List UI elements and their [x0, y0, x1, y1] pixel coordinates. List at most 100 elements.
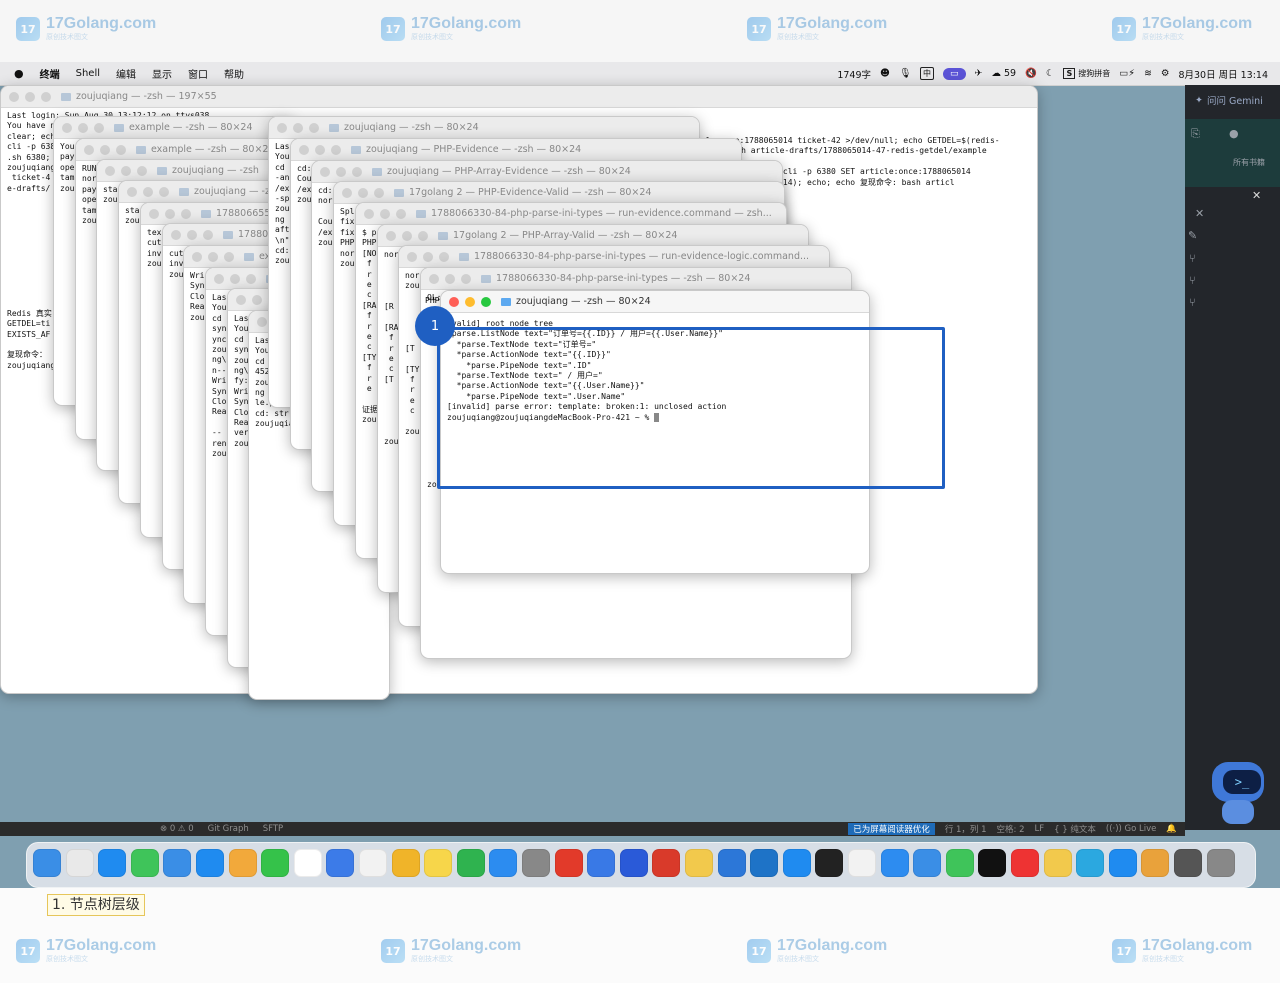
pilot-icon[interactable] — [913, 849, 942, 877]
menu-view[interactable]: 显示 — [152, 66, 172, 81]
branch-icon[interactable]: ⑂ — [1189, 252, 1196, 265]
edge-icon[interactable] — [750, 849, 779, 877]
indent-setting[interactable]: 空格: 2 — [997, 823, 1025, 835]
maps-icon[interactable] — [196, 849, 224, 877]
notification-icon[interactable]: 🔔 — [1166, 824, 1177, 834]
menu-window[interactable]: 窗口 — [188, 66, 208, 81]
numbers-icon[interactable] — [456, 849, 485, 877]
avatar[interactable]: ● — [1229, 127, 1239, 140]
language-mode[interactable]: { } 纯文本 — [1054, 823, 1096, 835]
notes-icon[interactable] — [424, 849, 453, 877]
wechat-icon[interactable] — [945, 849, 974, 877]
pages-icon[interactable] — [391, 849, 420, 877]
robot-mascot-icon[interactable]: >_ — [1208, 762, 1268, 828]
watermark-logo-icon: 17 — [381, 939, 405, 963]
menu-terminal[interactable]: 终端 — [40, 66, 60, 81]
messages-icon[interactable] — [130, 849, 159, 877]
battery-icon[interactable]: ▭⚡ — [1119, 68, 1135, 79]
watermark: 17 17Golang.com 原创技术图文 — [747, 938, 887, 964]
gemini-button[interactable]: ✦ 问问 Gemini — [1185, 89, 1280, 111]
wifi-icon[interactable]: ≋ — [1144, 68, 1152, 79]
mail-icon[interactable] — [163, 849, 192, 877]
files-icon[interactable] — [587, 849, 616, 877]
emoji-icon[interactable]: ☻ — [880, 68, 890, 79]
control-center-icon[interactable]: ⚙ — [1161, 68, 1170, 79]
window-title: zoujuqiang — -zsh — 80×24 — [344, 122, 479, 133]
php-side-label: PHP — [425, 296, 440, 305]
ultraedit-icon[interactable] — [717, 849, 746, 877]
trash-icon[interactable] — [1206, 849, 1235, 877]
moon-icon[interactable]: ☾ — [1046, 68, 1055, 79]
recorder-icon[interactable] — [554, 849, 583, 877]
thumbnail-icon[interactable] — [1174, 849, 1202, 877]
cursor-position[interactable]: 行 1，列 1 — [945, 823, 987, 835]
vscode-icon[interactable] — [1108, 849, 1137, 877]
safari-icon[interactable] — [98, 849, 127, 877]
window-title: 1788066330-84-php-parse-ini-types — run-… — [474, 251, 810, 262]
clock[interactable]: 8月30日 周日 13:14 — [1178, 67, 1268, 81]
mail-app-icon[interactable] — [880, 849, 909, 877]
chrome-icon[interactable] — [685, 849, 713, 877]
watermark-logo-icon: 17 — [1112, 17, 1136, 41]
window-title: 17golang 2 — PHP-Evidence-Valid — -zsh —… — [409, 187, 652, 198]
screen-reader-badge[interactable]: 已为屏幕阅读器优化 — [848, 823, 935, 835]
app-store-icon[interactable] — [489, 849, 518, 877]
reminders-icon[interactable] — [359, 849, 387, 877]
watermark: 17 17Golang.com 原创技术图文 — [381, 16, 521, 42]
folder-icon — [501, 297, 511, 306]
folder-icon — [351, 145, 361, 154]
avatar-app-icon[interactable] — [848, 849, 876, 877]
screen-mirroring-icon[interactable]: ▭ — [943, 67, 966, 80]
close-window-button[interactable] — [449, 296, 459, 307]
photos-icon[interactable] — [228, 849, 257, 877]
facetime-icon[interactable] — [261, 849, 290, 877]
sogou-input-indicator[interactable]: S 搜狗拼音 — [1063, 68, 1110, 79]
filezilla-icon[interactable] — [652, 849, 681, 877]
m-app-icon[interactable] — [1011, 849, 1039, 877]
window-title: example — -zsh — 80×24 — [129, 122, 253, 133]
folder-icon — [136, 145, 146, 154]
chrome-icon[interactable] — [1043, 849, 1072, 877]
word-count[interactable]: 1749字 — [837, 67, 871, 81]
editor-teal-panel: ⎘ ● 所有书籍 — [1185, 119, 1280, 187]
launchpad-icon[interactable] — [65, 849, 94, 877]
watermark: 17 17Golang.com 原创技术图文 — [747, 16, 887, 42]
menu-shell[interactable]: Shell — [76, 68, 100, 79]
weather-indicator[interactable]: ☁ 59 — [991, 68, 1016, 79]
close-icon[interactable]: ✕ — [1195, 207, 1204, 220]
airplane-icon[interactable]: ✈ — [975, 68, 983, 79]
zoom-window-button[interactable] — [481, 296, 491, 307]
mute-icon[interactable]: 🔇 — [1025, 68, 1037, 79]
sftp-button[interactable]: SFTP — [263, 824, 283, 834]
qq-icon[interactable] — [978, 849, 1007, 877]
eol-setting[interactable]: LF — [1035, 824, 1045, 834]
chrome-icon[interactable] — [1141, 849, 1170, 877]
menu-edit[interactable]: 编辑 — [116, 66, 136, 81]
branch-icon[interactable]: ⑂ — [1189, 274, 1196, 287]
chrome-icon[interactable] — [1076, 849, 1105, 877]
calendar-icon[interactable] — [293, 849, 322, 877]
share-icon[interactable]: ⎘ — [1191, 127, 1200, 141]
apple-icon[interactable]: ● — [14, 67, 24, 80]
settings-icon[interactable] — [522, 849, 550, 877]
input-method-indicator[interactable]: 中 — [920, 67, 934, 80]
git-graph-button[interactable]: Git Graph — [208, 824, 249, 834]
menu-help[interactable]: 帮助 — [224, 66, 244, 81]
finder-icon[interactable] — [33, 849, 61, 877]
terminal-icon[interactable] — [815, 849, 844, 877]
vscode-icon[interactable] — [782, 849, 811, 877]
folder-icon — [481, 274, 491, 283]
caption-label: 1. 节点树层级 — [47, 894, 145, 916]
minimize-window-button[interactable] — [465, 296, 475, 307]
dock — [26, 842, 1256, 888]
problems-indicator[interactable]: ⊗ 0 ⚠ 0 — [160, 824, 194, 834]
vpn-icon[interactable] — [619, 849, 648, 877]
microphone-icon[interactable]: 🎙 — [899, 68, 911, 79]
branch-icon[interactable]: ⑂ — [1189, 296, 1196, 309]
edit-icon[interactable]: ✎ — [1188, 229, 1197, 242]
windows-app-icon[interactable] — [326, 849, 355, 877]
editor-side-panel: ✦ 问问 Gemini — [1185, 85, 1280, 830]
close-icon[interactable]: ✕ — [1252, 189, 1261, 202]
go-live-button[interactable]: ((·)) Go Live — [1106, 824, 1157, 834]
watermark: 17 17Golang.com 原创技术图文 — [1112, 16, 1252, 42]
